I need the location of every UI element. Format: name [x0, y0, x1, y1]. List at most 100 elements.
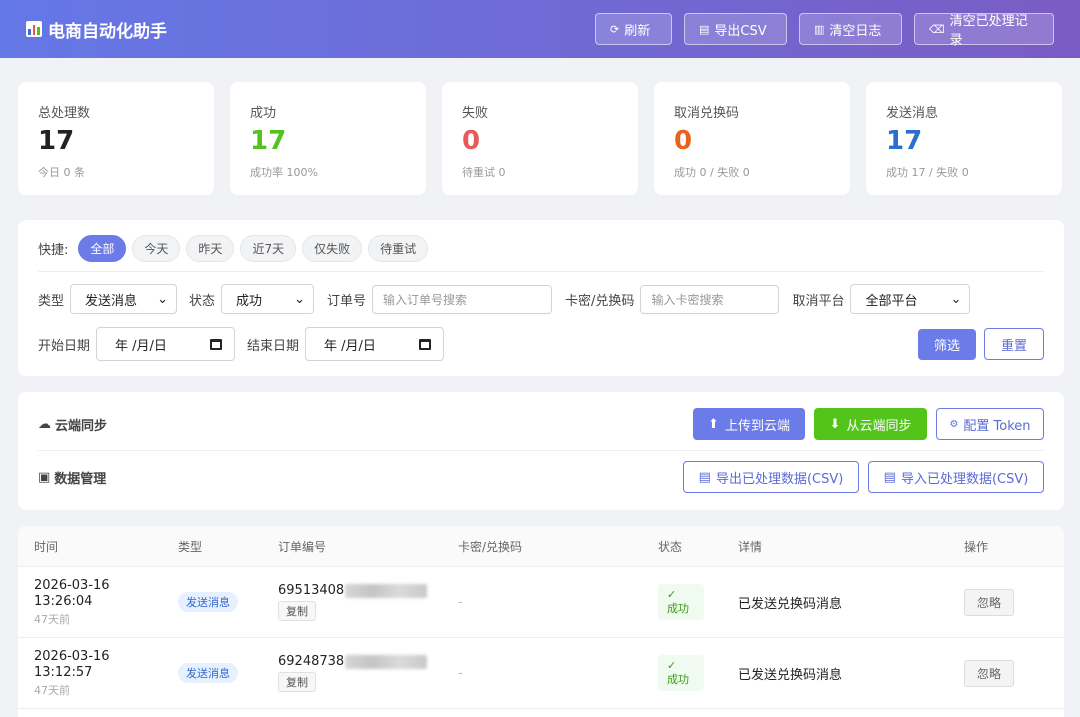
refresh-icon: ⟳ [610, 22, 620, 36]
divider [38, 450, 1044, 451]
stat-sub: 成功 17 / 失败 0 [886, 165, 969, 179]
type-select[interactable]: 发送消息 ⌄ [70, 284, 178, 314]
quick-7days[interactable]: 近7天 [240, 235, 297, 262]
cloud-panel: ☁ 云端同步 ⬆ 上传到云端 ⬇ 从云端同步 ⚙ 配置 Token ▣ 数据管理 ▤ 导出已… [18, 392, 1064, 510]
end-date-input[interactable]: 年 /月/日 [305, 327, 445, 361]
filter-row-1: 类型 发送消息 ⌄ 状态 成功 ⌄ 订单号 输入订单号搜索 卡密/兑换码 输入卡密搜… [38, 284, 1044, 314]
status-value: 成功 [236, 293, 263, 309]
reset-button[interactable]: 重置 [984, 328, 1044, 360]
quick-today[interactable]: 今天 [132, 235, 181, 262]
ignore-button[interactable]: 忽略 [964, 588, 1015, 616]
upload-cloud-button[interactable]: ⬆ 上传到云端 [693, 408, 805, 440]
stat-sub: 成功 0 / 失败 0 [674, 165, 750, 179]
stat-label: 失败 [462, 106, 489, 121]
row-time: 13:12:57 [34, 664, 93, 680]
cell-order: 69513408 复制 [278, 583, 458, 621]
row-status-text: 成功 [667, 673, 689, 686]
quick-yesterday[interactable]: 昨天 [186, 235, 235, 262]
copy-button[interactable]: 复制 [278, 672, 316, 692]
table-row: 2026-03-16 13:12:57 47天前 发送消息 69248738 复… [18, 638, 1064, 709]
inbox-icon: ▤ [883, 469, 896, 485]
app-header: 电商自动化助手 ⟳ 刷新 ▤ 导出CSV ▥ 清空日志 ⌫ 清空已处理记录 [0, 0, 1080, 58]
order-label: 订单号 [327, 293, 367, 309]
order-number: 69248738 [278, 654, 458, 669]
quick-label: 快捷: [38, 243, 69, 258]
start-date-placeholder: 年 /月/日 [115, 338, 167, 354]
platform-select[interactable]: 全部平台 ⌄ [850, 284, 971, 314]
status-select[interactable]: 成功 ⌄ [221, 284, 315, 314]
stat-sub: 成功率 100% [250, 165, 318, 179]
cell-detail: 已发送兑换码消息 [738, 664, 964, 683]
table-row: 2026-03-16 13:26:04 47天前 发送消息 69513408 复… [18, 567, 1064, 638]
stat-failed: 失败 0 待重试 0 [442, 82, 638, 195]
row-status-icon: ✓ [667, 588, 677, 601]
app-brand: 电商自动化助手 [26, 17, 167, 42]
arrow-up-icon: ⬆ [708, 416, 719, 432]
card-label: 卡密/兑换码 [565, 293, 635, 309]
cell-action: 忽略 [964, 588, 1062, 616]
table-header: 时间 类型 订单编号 卡密/兑换码 状态 详情 操作 [18, 526, 1064, 567]
export-processed-button[interactable]: ▤ 导出已处理数据(CSV) [683, 461, 859, 493]
cell-card: - [458, 595, 658, 610]
cloud-sync-row: ☁ 云端同步 ⬆ 上传到云端 ⬇ 从云端同步 ⚙ 配置 Token [38, 408, 1044, 440]
cell-type: 发送消息 [178, 592, 278, 612]
broom-icon: ⌫ [929, 22, 945, 36]
sync-from-cloud-button[interactable]: ⬇ 从云端同步 [814, 408, 927, 440]
cell-type: 发送消息 [178, 663, 278, 683]
trash-icon: ▥ [814, 22, 825, 36]
header-action: 操作 [964, 539, 989, 554]
cell-status: ✓ 成功 [658, 655, 738, 691]
filter-button[interactable]: 筛选 [918, 328, 976, 360]
stat-cancel-code: 取消兑换码 0 成功 0 / 失败 0 [654, 82, 850, 195]
stat-send-message: 发送消息 17 成功 17 / 失败 0 [866, 82, 1062, 195]
calendar-icon [210, 338, 223, 350]
quick-all[interactable]: 全部 [78, 235, 127, 262]
start-date-input[interactable]: 年 /月/日 [96, 327, 236, 361]
refresh-button[interactable]: ⟳ 刷新 [595, 13, 672, 45]
header-status: 状态 [658, 539, 683, 554]
card-placeholder: 输入卡密搜索 [651, 292, 724, 307]
cell-detail: 已发送兑换码消息 [738, 593, 964, 612]
cell-action: 忽略 [964, 659, 1062, 687]
header-time: 时间 [34, 539, 59, 554]
config-token-button[interactable]: ⚙ 配置 Token [936, 408, 1044, 440]
order-search-input[interactable]: 输入订单号搜索 [372, 284, 553, 314]
card-search-input[interactable]: 输入卡密搜索 [640, 284, 780, 314]
refresh-label: 刷新 [624, 23, 651, 39]
row-status-icon: ✓ [667, 659, 677, 672]
clear-log-label: 清空日志 [829, 23, 882, 39]
row-date: 2026-03-16 [34, 648, 110, 664]
stat-success: 成功 17 成功率 100% [230, 82, 426, 195]
header-detail: 详情 [738, 539, 763, 554]
floppy-disk-icon: ▣ [38, 469, 51, 485]
platform-label: 取消平台 [792, 293, 845, 309]
row-time: 13:26:04 [34, 593, 93, 609]
inbox-icon: ▤ [698, 469, 711, 485]
clear-processed-button[interactable]: ⌫ 清空已处理记录 [914, 13, 1054, 48]
ignore-button[interactable]: 忽略 [964, 659, 1015, 687]
header-order: 订单编号 [278, 539, 327, 554]
clear-processed-label: 清空已处理记录 [949, 14, 1028, 48]
arrow-down-icon: ⬇ [829, 416, 841, 432]
copy-button[interactable]: 复制 [278, 601, 316, 621]
platform-value: 全部平台 [865, 293, 918, 309]
quick-failed-only[interactable]: 仅失败 [302, 235, 363, 262]
cloud-icon: ☁ [38, 416, 51, 432]
quick-pending-retry[interactable]: 待重试 [368, 235, 429, 262]
start-date-label: 开始日期 [38, 338, 91, 354]
import-processed-button[interactable]: ▤ 导入已处理数据(CSV) [868, 461, 1044, 493]
inbox-icon: ▤ [699, 22, 710, 36]
data-mgmt-title-text: 数据管理 [54, 471, 107, 487]
status-tag: ✓ 成功 [658, 584, 704, 620]
data-management-title: ▣ 数据管理 [38, 468, 106, 487]
type-value: 发送消息 [85, 293, 138, 309]
status-tag: ✓ 成功 [658, 655, 704, 691]
gear-icon: ⚙ [949, 418, 959, 430]
chevron-down-icon: ⌄ [157, 291, 169, 307]
order-text: 69513408 [278, 583, 345, 598]
import-processed-label: 导入已处理数据(CSV) [900, 471, 1029, 487]
detail-text: 已发送兑换码消息 [738, 667, 843, 683]
detail-text: 已发送兑换码消息 [738, 596, 843, 612]
clear-log-button[interactable]: ▥ 清空日志 [799, 13, 902, 45]
export-csv-button[interactable]: ▤ 导出CSV [684, 13, 787, 45]
